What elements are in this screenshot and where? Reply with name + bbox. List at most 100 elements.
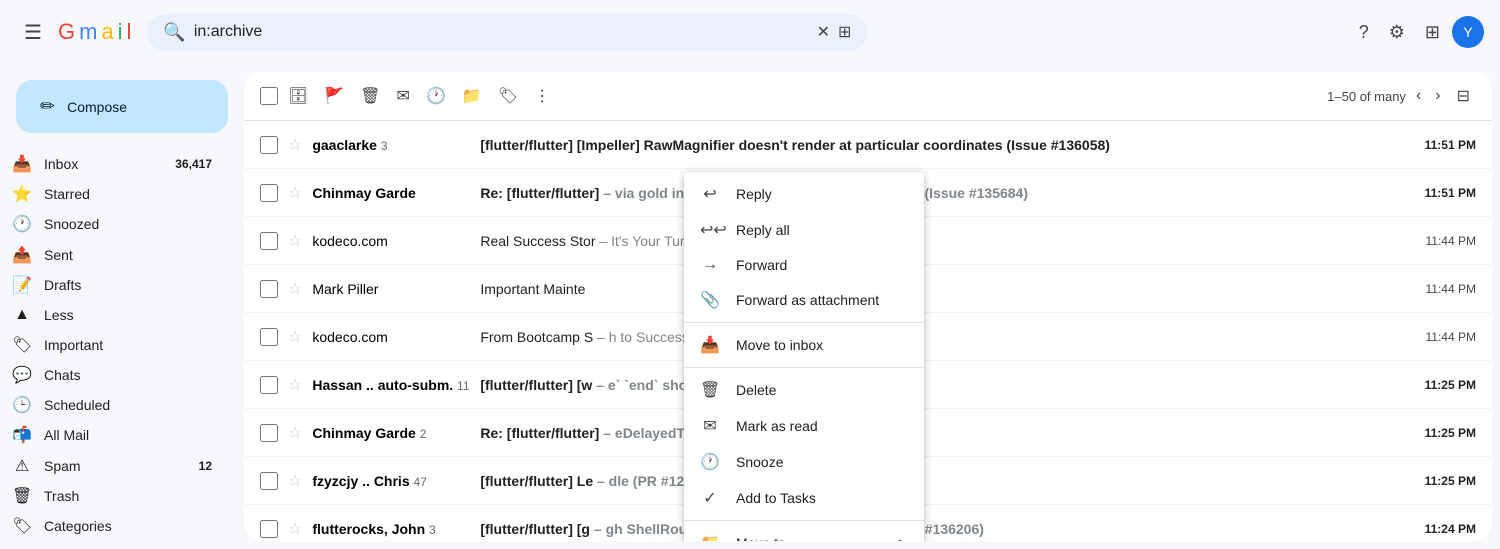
menu-item-snooze[interactable]: 🕐 Snooze (684, 444, 924, 480)
sender-name: kodeco.com (312, 233, 472, 249)
reply-all-icon: ↩↩ (700, 220, 720, 240)
labels-button[interactable]: 🏷 (492, 80, 524, 112)
star-button[interactable]: ☆ (286, 469, 304, 493)
star-button[interactable]: ☆ (286, 373, 304, 397)
newer-button[interactable]: ‹ (1410, 81, 1427, 111)
sidebar-item-label: Less (44, 307, 74, 323)
search-input[interactable] (194, 23, 809, 41)
timestamp: 11:25 PM (1420, 426, 1476, 440)
clear-search-icon[interactable]: ✕ (817, 22, 830, 42)
search-icon[interactable]: 🔍 (163, 22, 185, 43)
table-row[interactable]: ☆ gaaclarke 3 [flutter/flutter] [Impelle… (244, 121, 1492, 169)
timestamp: 11:24 PM (1420, 522, 1476, 536)
sender-name: Chinmay Garde (312, 185, 472, 201)
sidebar: ✏ Compose 📥 Inbox 36,417 ⭐ Starred 🕐 Sno… (0, 64, 244, 549)
sidebar-item-label: Snoozed (44, 216, 99, 232)
sidebar-item-label: Trash (44, 488, 79, 504)
menu-item-forward[interactable]: → Forward (684, 248, 924, 282)
sender-name: Hassan .. auto-subm. 11 (312, 377, 472, 393)
menu-item-forward-attachment[interactable]: 📎 Forward as attachment (684, 282, 924, 318)
star-button[interactable]: ☆ (286, 277, 304, 301)
sender-name: kodeco.com (312, 329, 472, 345)
menu-label: Reply (736, 186, 908, 202)
star-button[interactable]: ☆ (286, 517, 304, 541)
spam-badge: 12 (199, 459, 212, 473)
chats-icon: 💬 (12, 365, 32, 385)
menu-item-move-inbox[interactable]: 📥 Move to inbox (684, 327, 924, 363)
sender-name: flutterocks, John 3 (312, 521, 472, 537)
subject-snippet: Re: [flutter/flutter] – via gold instead… (480, 185, 1404, 201)
view-type-button[interactable]: ⊟ (1451, 80, 1476, 112)
menu-item-move-to[interactable]: 📁 Move to ▶ (684, 525, 924, 541)
avatar[interactable]: Y (1452, 16, 1484, 48)
sidebar-item-categories[interactable]: 🏷 Categories (0, 511, 228, 541)
less-icon: ▲ (12, 306, 32, 324)
hamburger-menu-button[interactable]: ☰ (16, 12, 50, 53)
compose-icon: ✏ (40, 96, 55, 117)
sidebar-item-important[interactable]: 🏷 Important (0, 330, 228, 360)
settings-button[interactable]: ⚙ (1381, 14, 1413, 51)
menu-item-delete[interactable]: 🗑 Delete (684, 372, 924, 408)
archive-button[interactable]: 🗄 (282, 80, 314, 112)
submenu-arrow-icon: ▶ (899, 536, 908, 541)
timestamp: 11:44 PM (1420, 234, 1476, 248)
subject-snippet: [flutter/flutter] [w – e` `end` shortcut… (480, 377, 1404, 393)
star-button[interactable]: ☆ (286, 325, 304, 349)
search-options-icon[interactable]: ⊞ (838, 22, 851, 42)
select-all-checkbox[interactable] (260, 87, 278, 105)
menu-label: Move to (736, 535, 883, 541)
row-checkbox[interactable] (260, 424, 278, 442)
sidebar-item-chats[interactable]: 💬 Chats (0, 360, 228, 390)
sidebar-item-all-mail[interactable]: 📬 All Mail (0, 420, 228, 450)
menu-label: Delete (736, 382, 908, 398)
mark-read-button[interactable]: ✉ (391, 80, 416, 112)
row-checkbox[interactable] (260, 376, 278, 394)
move-to-button[interactable]: 📁 (456, 80, 488, 112)
menu-divider (684, 322, 924, 323)
support-button[interactable]: ? (1351, 14, 1377, 51)
menu-label: Reply all (736, 222, 908, 238)
row-checkbox[interactable] (260, 184, 278, 202)
row-checkbox[interactable] (260, 472, 278, 490)
row-checkbox[interactable] (260, 232, 278, 250)
sidebar-item-trash[interactable]: 🗑 Trash (0, 481, 228, 511)
content-area: ✏ Compose 📥 Inbox 36,417 ⭐ Starred 🕐 Sno… (0, 64, 1500, 549)
sidebar-item-label: Scheduled (44, 397, 110, 413)
star-button[interactable]: ☆ (286, 229, 304, 253)
compose-button[interactable]: ✏ Compose (16, 80, 228, 133)
row-checkbox[interactable] (260, 136, 278, 154)
sidebar-item-less[interactable]: ▲ Less (0, 300, 228, 330)
sidebar-item-drafts[interactable]: 📝 Drafts (0, 270, 228, 300)
row-checkbox[interactable] (260, 280, 278, 298)
forward-icon: → (700, 256, 720, 274)
sidebar-item-label: Sent (44, 247, 73, 263)
sidebar-item-scheduled[interactable]: 🕒 Scheduled (0, 390, 228, 420)
sidebar-item-label: Starred (44, 186, 90, 202)
snooze-button[interactable]: 🕐 (420, 80, 452, 112)
row-checkbox[interactable] (260, 328, 278, 346)
sidebar-item-starred[interactable]: ⭐ Starred (0, 179, 228, 209)
row-checkbox[interactable] (260, 520, 278, 538)
sidebar-item-spam[interactable]: ⚠ Spam 12 (0, 451, 228, 481)
gmail-logo: Gmail (58, 19, 131, 45)
all-mail-icon: 📬 (12, 425, 32, 445)
sidebar-item-sent[interactable]: 📤 Sent (0, 239, 228, 269)
star-button[interactable]: ☆ (286, 421, 304, 445)
star-button[interactable]: ☆ (286, 133, 304, 157)
report-spam-button[interactable]: 🚩 (318, 80, 350, 112)
menu-item-mark-read[interactable]: ✉ Mark as read (684, 408, 924, 444)
apps-button[interactable]: ⊞ (1417, 14, 1448, 51)
menu-item-add-tasks[interactable]: ✓ Add to Tasks (684, 480, 924, 516)
sidebar-item-inbox[interactable]: 📥 Inbox 36,417 (0, 149, 228, 179)
timestamp: 11:44 PM (1420, 330, 1476, 344)
menu-item-reply[interactable]: ↩ Reply (684, 176, 924, 212)
menu-item-reply-all[interactable]: ↩↩ Reply all (684, 212, 924, 248)
star-button[interactable]: ☆ (286, 181, 304, 205)
sidebar-item-snoozed[interactable]: 🕐 Snoozed (0, 209, 228, 239)
compose-label: Compose (67, 99, 127, 115)
delete-button[interactable]: 🗑 (354, 80, 386, 112)
subject-snippet: Important Mainte (480, 281, 1404, 297)
more-button[interactable]: ⋮ (528, 80, 556, 112)
pagination-text: 1–50 of many (1327, 89, 1406, 104)
older-button[interactable]: › (1429, 81, 1446, 111)
